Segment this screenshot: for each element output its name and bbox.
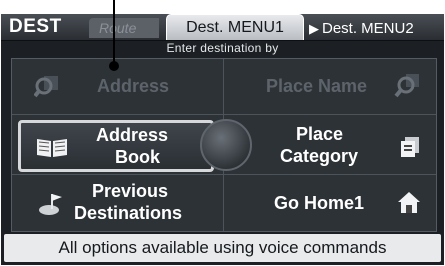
section-title: DEST [9,16,62,37]
tab-dest-menu2-label: Dest. MENU2 [322,20,414,37]
previous-destinations-button[interactable]: Previous Destinations [12,175,223,231]
place-name-button[interactable]: Place Name [224,59,436,114]
place-name-label: Place Name [266,76,368,96]
magnifier-letter-icon [394,74,419,98]
open-book-icon [37,139,67,157]
address-book-label-line2: Book [115,147,160,167]
previous-destinations-label-line1: Previous [92,181,169,201]
arrow-right-icon: ▶ [309,21,319,36]
tab-route[interactable]: Route [89,18,159,38]
voice-commands-notice: All options available using voice comman… [4,234,441,262]
options-grid: Address Place Name Address Book Place Ca [11,58,437,232]
go-home-label: Go Home1 [274,193,365,213]
nav-screen: DEST Route Dest. MENU1 ▶ Dest. MENU2 Ente… [1,14,444,265]
place-category-button[interactable]: Place Category [224,115,436,174]
previous-destinations-label-line2: Destinations [74,203,183,223]
magnifier-map-icon [34,76,58,98]
address-book-label-line1: Address [96,125,169,145]
callout-line [113,0,115,64]
subtitle: Enter destination by [166,41,279,55]
header-bar: DEST Route Dest. MENU1 ▶ Dest. MENU2 [1,14,444,41]
tab-dest-menu2[interactable]: ▶ Dest. MENU2 [309,18,444,40]
house-icon [398,192,420,213]
flag-pin-icon [39,194,62,215]
category-folders-icon [401,137,419,157]
callout-dot [109,61,119,71]
place-category-label-line1: Place [296,124,344,144]
place-category-label-line2: Category [280,146,359,166]
go-home-button[interactable]: Go Home1 [224,175,436,231]
address-book-button[interactable]: Address Book [18,120,214,172]
address-label: Address [97,76,170,96]
center-dial [200,119,252,171]
tab-dest-menu1[interactable]: Dest. MENU1 [166,14,304,40]
